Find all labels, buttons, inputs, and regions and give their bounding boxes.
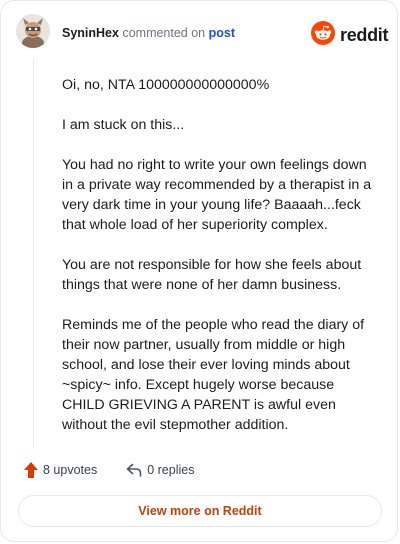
comment-paragraph: I am stuck on this... bbox=[62, 117, 185, 133]
comment-actions: 8 upvotes 0 replies bbox=[19, 462, 194, 478]
thread-line bbox=[33, 59, 34, 449]
upvote-button[interactable]: 8 upvotes bbox=[19, 462, 97, 478]
comment-paragraph: Oi, no, NTA 100000000000000% bbox=[62, 77, 270, 93]
comment-paragraph: Reminds me of the people who read the di… bbox=[62, 317, 365, 433]
reply-count: 0 replies bbox=[147, 463, 195, 477]
reddit-logo[interactable]: reddit bbox=[311, 21, 389, 50]
reply-arrow-icon bbox=[126, 463, 142, 477]
comment-paragraph: You are not responsible for how she feel… bbox=[62, 257, 362, 293]
view-more-button[interactable]: View more on Reddit bbox=[18, 495, 382, 527]
avatar[interactable] bbox=[16, 14, 50, 48]
comment-header: SyninHex commented on post bbox=[62, 26, 235, 40]
commented-on-text: commented on bbox=[122, 26, 206, 40]
comment-embed-card: SyninHex commented on post reddit Oi, no… bbox=[0, 0, 398, 542]
comment-paragraph: You had no right to write your own feeli… bbox=[62, 157, 372, 233]
upvote-count: 8 upvotes bbox=[43, 463, 98, 477]
reply-button[interactable]: 0 replies bbox=[121, 463, 194, 477]
post-link[interactable]: post bbox=[209, 26, 235, 40]
comment-body: Oi, no, NTA 100000000000000% I am stuck … bbox=[62, 75, 380, 455]
upvote-arrow-icon bbox=[24, 462, 38, 478]
author-name[interactable]: SyninHex bbox=[62, 26, 119, 40]
reddit-snoo-icon bbox=[311, 21, 335, 50]
reddit-wordmark: reddit bbox=[340, 25, 389, 45]
